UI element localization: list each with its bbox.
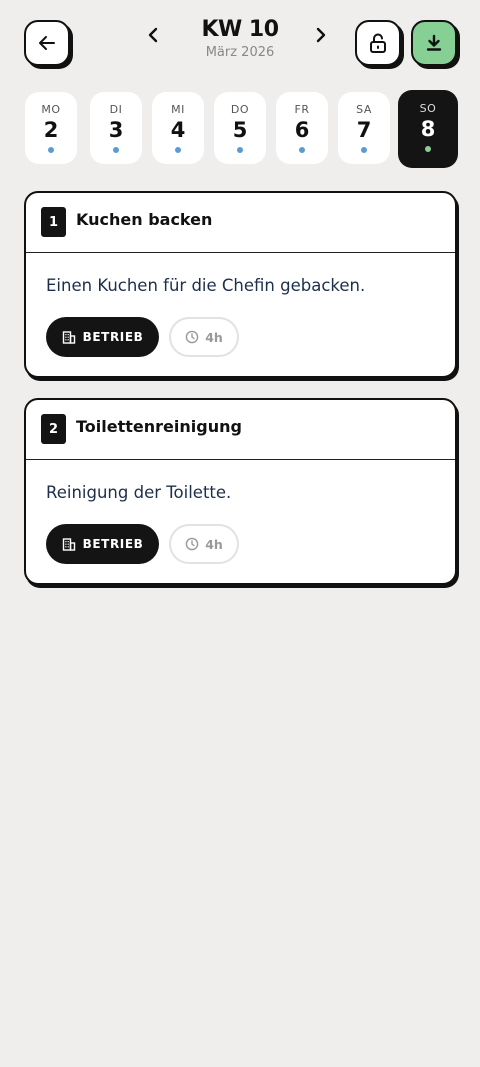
week-navigator: KW 10 März 2026 bbox=[140, 16, 340, 66]
arrow-left-icon bbox=[39, 36, 55, 50]
chevron-right-icon bbox=[316, 27, 326, 43]
day-date: 5 bbox=[232, 118, 248, 142]
day-name: DI bbox=[109, 103, 123, 116]
unlock-icon bbox=[370, 33, 386, 53]
day-date: 2 bbox=[43, 118, 59, 142]
day-sunday-selected[interactable]: SO 8 bbox=[398, 90, 458, 168]
task-card-header: 1 Kuchen backen bbox=[26, 193, 455, 253]
task-number: 2 bbox=[41, 414, 66, 444]
download-button[interactable] bbox=[411, 20, 457, 66]
day-name: MO bbox=[41, 103, 61, 116]
task-title: Kuchen backen bbox=[76, 210, 213, 229]
clock-icon bbox=[185, 330, 199, 344]
duration-label: 4h bbox=[205, 536, 223, 552]
day-name: DO bbox=[230, 103, 250, 116]
status-dot bbox=[299, 147, 305, 153]
task-description: Reinigung der Toilette. bbox=[46, 483, 232, 502]
previous-week-button[interactable] bbox=[142, 24, 164, 46]
header: KW 10 März 2026 bbox=[0, 0, 480, 88]
category-badge[interactable]: BETRIEB bbox=[46, 317, 159, 357]
clock-icon bbox=[185, 537, 199, 551]
day-date: 8 bbox=[420, 117, 436, 141]
duration-badge: 4h bbox=[169, 317, 239, 357]
day-name: SA bbox=[356, 103, 372, 116]
status-dot bbox=[113, 147, 119, 153]
category-badge[interactable]: BETRIEB bbox=[46, 524, 159, 564]
download-icon bbox=[426, 34, 442, 51]
day-name: SO bbox=[419, 102, 437, 115]
task-card[interactable]: 2 Toilettenreinigung Reinigung der Toile… bbox=[24, 398, 457, 585]
day-saturday[interactable]: SA 7 bbox=[338, 92, 390, 164]
day-selector: MO 2 DI 3 MI 4 DO 5 FR 6 SA 7 SO 8 bbox=[0, 88, 480, 168]
duration-badge: 4h bbox=[169, 524, 239, 564]
building-icon bbox=[62, 538, 75, 551]
category-label: BETRIEB bbox=[82, 330, 144, 344]
month-label: März 2026 bbox=[205, 45, 275, 60]
day-name: FR bbox=[294, 103, 310, 116]
task-card[interactable]: 1 Kuchen backen Einen Kuchen für die Che… bbox=[24, 191, 457, 378]
status-dot bbox=[361, 147, 367, 153]
day-monday[interactable]: MO 2 bbox=[25, 92, 77, 164]
day-tuesday[interactable]: DI 3 bbox=[90, 92, 142, 164]
day-friday[interactable]: FR 6 bbox=[276, 92, 328, 164]
day-date: 7 bbox=[356, 118, 372, 142]
task-number: 1 bbox=[41, 207, 66, 237]
day-date: 3 bbox=[108, 118, 124, 142]
status-dot bbox=[237, 147, 243, 153]
chevron-left-icon bbox=[148, 27, 158, 43]
task-description: Einen Kuchen für die Chefin gebacken. bbox=[46, 276, 366, 295]
day-name: MI bbox=[171, 103, 185, 116]
back-button[interactable] bbox=[24, 20, 70, 66]
day-date: 4 bbox=[170, 118, 186, 142]
status-dot bbox=[425, 146, 431, 152]
task-card-header: 2 Toilettenreinigung bbox=[26, 400, 455, 460]
status-dot bbox=[175, 147, 181, 153]
duration-label: 4h bbox=[205, 329, 223, 345]
day-thursday[interactable]: DO 5 bbox=[214, 92, 266, 164]
status-dot bbox=[48, 147, 54, 153]
day-date: 6 bbox=[294, 118, 310, 142]
day-wednesday[interactable]: MI 4 bbox=[152, 92, 204, 164]
next-week-button[interactable] bbox=[310, 24, 332, 46]
building-icon bbox=[62, 331, 75, 344]
lock-button[interactable] bbox=[355, 20, 401, 66]
category-label: BETRIEB bbox=[82, 537, 144, 551]
task-title: Toilettenreinigung bbox=[76, 417, 242, 436]
